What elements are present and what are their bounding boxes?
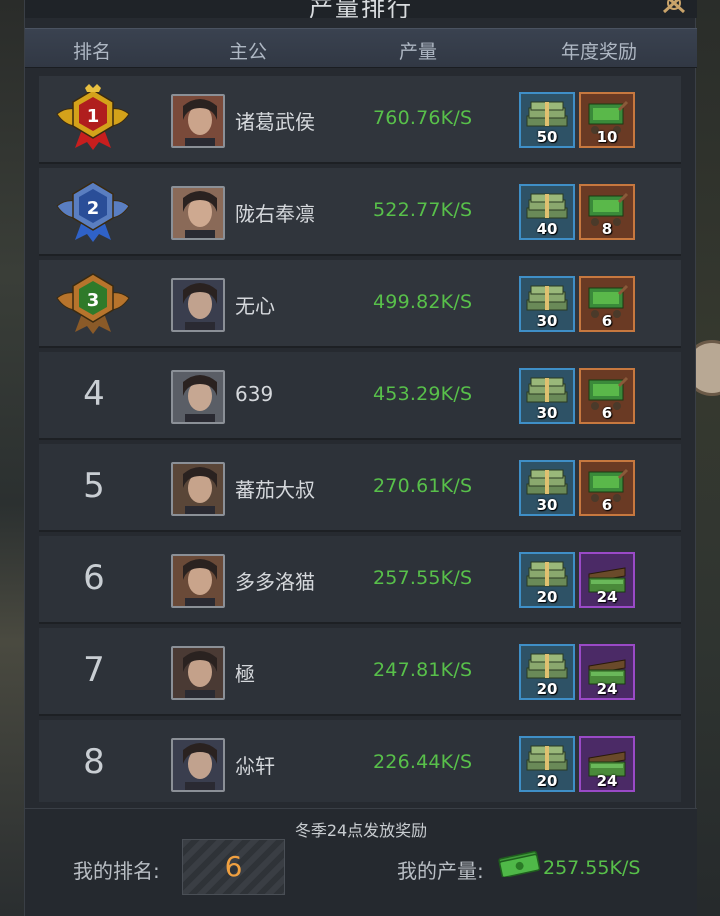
- reward-quantity: 40: [536, 220, 558, 238]
- reward-item-cash-bundle[interactable]: 30: [519, 368, 575, 424]
- reward-item-secondary[interactable]: 24: [579, 736, 635, 792]
- player-output: 270.61K/S: [373, 475, 473, 497]
- table-row[interactable]: 1 诸葛武侯 760.76K/S 50 10: [39, 76, 681, 164]
- player-output: 760.76K/S: [373, 107, 473, 129]
- player-output: 499.82K/S: [373, 291, 473, 313]
- player-name: 诸葛武侯: [235, 110, 315, 134]
- ranking-panel: 产量排行 排名 主公 产量 年度奖励 1 诸葛武侯 760.76K/S 50 1…: [24, 0, 697, 916]
- player-output: 226.44K/S: [373, 751, 473, 773]
- my-rank-label: 我的排名:: [73, 859, 160, 883]
- header-rank: 排名: [73, 41, 112, 63]
- reward-item-secondary[interactable]: 10: [579, 92, 635, 148]
- reward-quantity: 20: [536, 772, 558, 790]
- table-row[interactable]: 4 639 453.29K/S 30 6: [39, 352, 681, 440]
- player-output: 453.29K/S: [373, 383, 473, 405]
- reward-quantity: 30: [536, 496, 558, 514]
- game-background-right: [692, 0, 720, 916]
- reward-quantity: 50: [536, 128, 558, 146]
- header-reward: 年度奖励: [561, 41, 638, 63]
- avatar[interactable]: [171, 738, 225, 792]
- avatar[interactable]: [171, 554, 225, 608]
- reward-quantity: 8: [601, 220, 613, 238]
- reward-item-cash-bundle[interactable]: 30: [519, 460, 575, 516]
- rank-number: 5: [83, 466, 105, 506]
- rank-medal-icon: 2: [56, 181, 130, 242]
- title-bar: 产量排行: [25, 0, 697, 18]
- close-icon[interactable]: [661, 0, 687, 14]
- player-name: 蕃茄大叔: [235, 478, 315, 502]
- my-rank-value: 6: [224, 850, 243, 883]
- reward-quantity: 6: [601, 496, 613, 514]
- table-row[interactable]: 7 極 247.81K/S 20 24: [39, 628, 681, 716]
- rank-number: 1: [87, 106, 100, 127]
- reward-item-secondary[interactable]: 24: [579, 644, 635, 700]
- player-name: 尛轩: [235, 754, 275, 778]
- reward-quantity: 6: [601, 404, 613, 422]
- footer: 冬季24点发放奖励 我的排名: 6 我的产量: 257.55K/S: [25, 808, 697, 916]
- reward-quantity: 24: [596, 772, 618, 790]
- reward-item-cash-bundle[interactable]: 50: [519, 92, 575, 148]
- reward-item-secondary[interactable]: 24: [579, 552, 635, 608]
- reward-quantity: 6: [601, 312, 613, 330]
- table-row[interactable]: 6 多多洛猫 257.55K/S 20 24: [39, 536, 681, 624]
- rank-number: 4: [83, 374, 105, 414]
- cash-icon: [498, 850, 541, 877]
- reward-quantity: 30: [536, 312, 558, 330]
- my-rank-box: 6: [182, 839, 285, 895]
- table-header: 排名 主公 产量 年度奖励: [25, 28, 697, 68]
- avatar[interactable]: [171, 94, 225, 148]
- avatar[interactable]: [171, 370, 225, 424]
- my-output-label: 我的产量:: [397, 859, 484, 883]
- header-lord: 主公: [229, 41, 268, 63]
- reward-item-secondary[interactable]: 6: [579, 460, 635, 516]
- header-output: 产量: [399, 41, 438, 63]
- table-row[interactable]: 8 尛轩 226.44K/S 20 24: [39, 720, 681, 802]
- reward-quantity: 30: [536, 404, 558, 422]
- table-row[interactable]: 2 陇右奉凛 522.77K/S 40 8: [39, 168, 681, 256]
- avatar[interactable]: [171, 278, 225, 332]
- rank-number: 7: [83, 650, 105, 690]
- player-output: 522.77K/S: [373, 199, 473, 221]
- my-output-value: 257.55K/S: [543, 857, 641, 879]
- reward-item-cash-bundle[interactable]: 20: [519, 644, 575, 700]
- player-output: 257.55K/S: [373, 567, 473, 589]
- ranking-list[interactable]: 1 诸葛武侯 760.76K/S 50 10 2 陇右奉凛 522.77K/S …: [39, 76, 681, 802]
- reward-quantity: 24: [596, 680, 618, 698]
- reward-item-secondary[interactable]: 6: [579, 276, 635, 332]
- player-name: 極: [235, 662, 255, 686]
- reward-item-cash-bundle[interactable]: 20: [519, 552, 575, 608]
- rank-number: 3: [87, 290, 100, 311]
- rank-number: 8: [83, 742, 105, 782]
- table-row[interactable]: 5 蕃茄大叔 270.61K/S 30 6: [39, 444, 681, 532]
- avatar[interactable]: [171, 186, 225, 240]
- player-name: 无心: [235, 294, 275, 318]
- rank-number: 2: [87, 198, 100, 219]
- reward-quantity: 20: [536, 680, 558, 698]
- avatar[interactable]: [171, 462, 225, 516]
- avatar[interactable]: [171, 646, 225, 700]
- reward-item-cash-bundle[interactable]: 40: [519, 184, 575, 240]
- panel-title: 产量排行: [309, 0, 413, 18]
- table-row[interactable]: 3 无心 499.82K/S 30 6: [39, 260, 681, 348]
- reward-quantity: 10: [596, 128, 618, 146]
- reward-item-secondary[interactable]: 6: [579, 368, 635, 424]
- reward-time-note: 冬季24点发放奖励: [294, 821, 428, 840]
- player-name: 陇右奉凛: [235, 202, 315, 226]
- reward-quantity: 20: [536, 588, 558, 606]
- rank-number: 6: [83, 558, 105, 598]
- player-name: 639: [235, 382, 274, 406]
- reward-item-cash-bundle[interactable]: 20: [519, 736, 575, 792]
- rank-medal-icon: 3: [56, 273, 130, 334]
- rank-medal-icon: 1: [56, 84, 130, 150]
- game-background-left: [0, 0, 26, 916]
- reward-item-secondary[interactable]: 8: [579, 184, 635, 240]
- player-output: 247.81K/S: [373, 659, 473, 681]
- reward-item-cash-bundle[interactable]: 30: [519, 276, 575, 332]
- reward-quantity: 24: [596, 588, 618, 606]
- player-name: 多多洛猫: [235, 570, 315, 594]
